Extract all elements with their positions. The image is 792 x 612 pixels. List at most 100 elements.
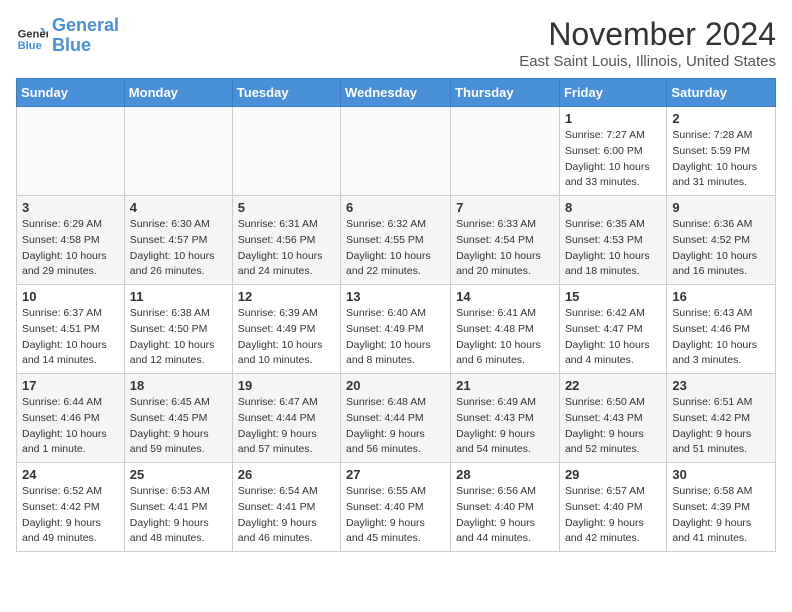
day-number: 7 [456, 200, 554, 215]
calendar-cell: 7 Sunrise: 6:33 AM Sunset: 4:54 PM Daylig… [451, 196, 560, 285]
day-number: 13 [346, 289, 445, 304]
day-number: 21 [456, 378, 554, 393]
calendar-cell: 14 Sunrise: 6:41 AM Sunset: 4:48 PM Dayli… [451, 285, 560, 374]
calendar-cell: 25 Sunrise: 6:53 AM Sunset: 4:41 PM Dayli… [124, 463, 232, 552]
day-number: 27 [346, 467, 445, 482]
day-number: 9 [672, 200, 770, 215]
day-number: 14 [456, 289, 554, 304]
calendar-cell [232, 107, 340, 196]
day-info: Sunrise: 6:51 AM Sunset: 4:42 PM Dayligh… [672, 395, 770, 458]
calendar-cell: 18 Sunrise: 6:45 AM Sunset: 4:45 PM Dayli… [124, 374, 232, 463]
calendar-cell: 1 Sunrise: 7:27 AM Sunset: 6:00 PM Daylig… [559, 107, 666, 196]
weekday-header-sunday: Sunday [17, 79, 125, 107]
day-info: Sunrise: 6:45 AM Sunset: 4:45 PM Dayligh… [130, 395, 227, 458]
day-info: Sunrise: 6:31 AM Sunset: 4:56 PM Dayligh… [238, 217, 335, 280]
day-info: Sunrise: 6:48 AM Sunset: 4:44 PM Dayligh… [346, 395, 445, 458]
day-info: Sunrise: 6:56 AM Sunset: 4:40 PM Dayligh… [456, 484, 554, 547]
calendar-cell: 16 Sunrise: 6:43 AM Sunset: 4:46 PM Dayli… [667, 285, 776, 374]
calendar-cell: 26 Sunrise: 6:54 AM Sunset: 4:41 PM Dayli… [232, 463, 340, 552]
day-info: Sunrise: 6:57 AM Sunset: 4:40 PM Dayligh… [565, 484, 661, 547]
day-number: 25 [130, 467, 227, 482]
day-info: Sunrise: 6:37 AM Sunset: 4:51 PM Dayligh… [22, 306, 119, 369]
calendar-cell: 13 Sunrise: 6:40 AM Sunset: 4:49 PM Dayli… [341, 285, 451, 374]
day-info: Sunrise: 6:47 AM Sunset: 4:44 PM Dayligh… [238, 395, 335, 458]
calendar-cell: 4 Sunrise: 6:30 AM Sunset: 4:57 PM Daylig… [124, 196, 232, 285]
calendar-cell: 21 Sunrise: 6:49 AM Sunset: 4:43 PM Dayli… [451, 374, 560, 463]
logo-text: GeneralBlue [52, 16, 119, 56]
day-number: 5 [238, 200, 335, 215]
day-info: Sunrise: 6:53 AM Sunset: 4:41 PM Dayligh… [130, 484, 227, 547]
day-number: 6 [346, 200, 445, 215]
day-number: 11 [130, 289, 227, 304]
calendar-cell [124, 107, 232, 196]
calendar-cell: 20 Sunrise: 6:48 AM Sunset: 4:44 PM Dayli… [341, 374, 451, 463]
day-number: 3 [22, 200, 119, 215]
week-row-5: 24 Sunrise: 6:52 AM Sunset: 4:42 PM Dayli… [17, 463, 776, 552]
day-info: Sunrise: 6:35 AM Sunset: 4:53 PM Dayligh… [565, 217, 661, 280]
day-number: 17 [22, 378, 119, 393]
day-info: Sunrise: 6:54 AM Sunset: 4:41 PM Dayligh… [238, 484, 335, 547]
calendar-cell: 5 Sunrise: 6:31 AM Sunset: 4:56 PM Daylig… [232, 196, 340, 285]
day-number: 1 [565, 111, 661, 126]
calendar-cell: 29 Sunrise: 6:57 AM Sunset: 4:40 PM Dayli… [559, 463, 666, 552]
calendar-cell: 22 Sunrise: 6:50 AM Sunset: 4:43 PM Dayli… [559, 374, 666, 463]
week-row-2: 3 Sunrise: 6:29 AM Sunset: 4:58 PM Daylig… [17, 196, 776, 285]
calendar-cell: 23Sunrise: 6:51 AM Sunset: 4:42 PM Dayli… [667, 374, 776, 463]
day-info: Sunrise: 6:44 AM Sunset: 4:46 PM Dayligh… [22, 395, 119, 458]
weekday-header-friday: Friday [559, 79, 666, 107]
day-number: 18 [130, 378, 227, 393]
day-info: Sunrise: 6:49 AM Sunset: 4:43 PM Dayligh… [456, 395, 554, 458]
day-info: Sunrise: 7:27 AM Sunset: 6:00 PM Dayligh… [565, 128, 661, 191]
location-subtitle: East Saint Louis, Illinois, United State… [519, 53, 776, 70]
day-number: 20 [346, 378, 445, 393]
weekday-header-monday: Monday [124, 79, 232, 107]
day-info: Sunrise: 6:43 AM Sunset: 4:46 PM Dayligh… [672, 306, 770, 369]
logo-icon: General Blue [16, 20, 48, 52]
weekday-header-saturday: Saturday [667, 79, 776, 107]
weekday-header-tuesday: Tuesday [232, 79, 340, 107]
day-info: Sunrise: 6:29 AM Sunset: 4:58 PM Dayligh… [22, 217, 119, 280]
calendar-cell [341, 107, 451, 196]
day-info: Sunrise: 6:58 AM Sunset: 4:39 PM Dayligh… [672, 484, 770, 547]
day-info: Sunrise: 6:30 AM Sunset: 4:57 PM Dayligh… [130, 217, 227, 280]
weekday-header-thursday: Thursday [451, 79, 560, 107]
day-info: Sunrise: 7:28 AM Sunset: 5:59 PM Dayligh… [672, 128, 770, 191]
calendar-cell: 8 Sunrise: 6:35 AM Sunset: 4:53 PM Daylig… [559, 196, 666, 285]
day-info: Sunrise: 6:42 AM Sunset: 4:47 PM Dayligh… [565, 306, 661, 369]
day-number: 24 [22, 467, 119, 482]
calendar-cell: 3 Sunrise: 6:29 AM Sunset: 4:58 PM Daylig… [17, 196, 125, 285]
day-number: 10 [22, 289, 119, 304]
day-info: Sunrise: 6:32 AM Sunset: 4:55 PM Dayligh… [346, 217, 445, 280]
week-row-3: 10 Sunrise: 6:37 AM Sunset: 4:51 PM Dayli… [17, 285, 776, 374]
day-info: Sunrise: 6:50 AM Sunset: 4:43 PM Dayligh… [565, 395, 661, 458]
day-number: 19 [238, 378, 335, 393]
weekday-header-wednesday: Wednesday [341, 79, 451, 107]
calendar-cell: 24 Sunrise: 6:52 AM Sunset: 4:42 PM Dayli… [17, 463, 125, 552]
calendar-cell [17, 107, 125, 196]
calendar-cell: 6 Sunrise: 6:32 AM Sunset: 4:55 PM Daylig… [341, 196, 451, 285]
day-number: 22 [565, 378, 661, 393]
day-info: Sunrise: 6:40 AM Sunset: 4:49 PM Dayligh… [346, 306, 445, 369]
day-info: Sunrise: 6:33 AM Sunset: 4:54 PM Dayligh… [456, 217, 554, 280]
day-number: 4 [130, 200, 227, 215]
day-info: Sunrise: 6:52 AM Sunset: 4:42 PM Dayligh… [22, 484, 119, 547]
day-number: 8 [565, 200, 661, 215]
calendar-table: SundayMondayTuesdayWednesdayThursdayFrid… [16, 78, 776, 552]
day-info: Sunrise: 6:41 AM Sunset: 4:48 PM Dayligh… [456, 306, 554, 369]
calendar-cell: 28 Sunrise: 6:56 AM Sunset: 4:40 PM Dayli… [451, 463, 560, 552]
day-number: 30 [672, 467, 770, 482]
day-number: 2 [672, 111, 770, 126]
day-number: 26 [238, 467, 335, 482]
month-title: November 2024 [519, 16, 776, 53]
day-number: 29 [565, 467, 661, 482]
calendar-cell: 2 Sunrise: 7:28 AM Sunset: 5:59 PM Daylig… [667, 107, 776, 196]
week-row-4: 17 Sunrise: 6:44 AM Sunset: 4:46 PM Dayli… [17, 374, 776, 463]
day-number: 16 [672, 289, 770, 304]
calendar-cell [451, 107, 560, 196]
week-row-1: 1 Sunrise: 7:27 AM Sunset: 6:00 PM Daylig… [17, 107, 776, 196]
calendar-cell: 30 Sunrise: 6:58 AM Sunset: 4:39 PM Dayli… [667, 463, 776, 552]
day-number: 28 [456, 467, 554, 482]
logo: General Blue GeneralBlue [16, 16, 119, 56]
day-info: Sunrise: 6:39 AM Sunset: 4:49 PM Dayligh… [238, 306, 335, 369]
svg-text:Blue: Blue [18, 40, 42, 52]
